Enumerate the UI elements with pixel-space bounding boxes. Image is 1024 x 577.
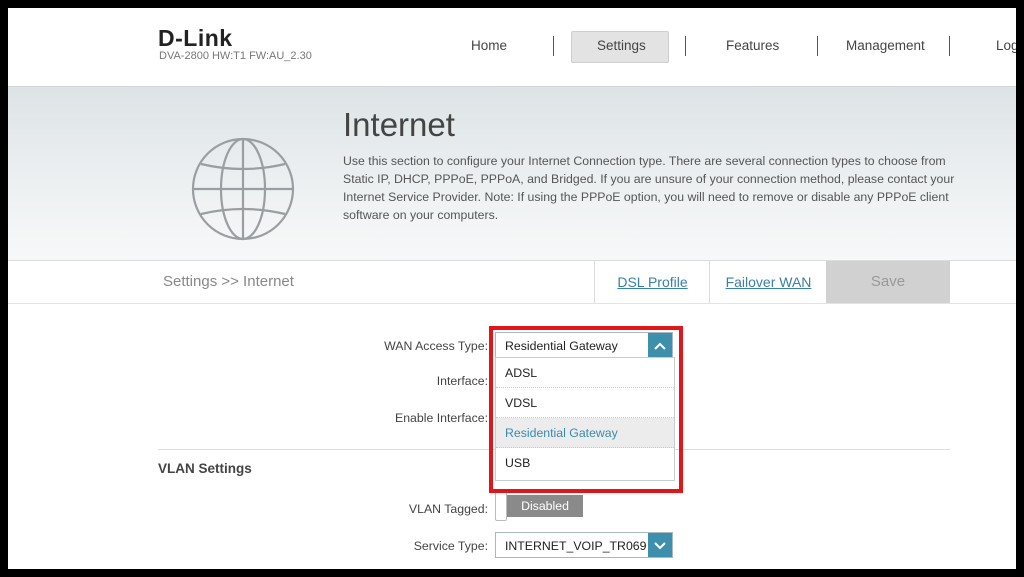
wan-access-type-label: WAN Access Type: [384, 339, 488, 353]
service-type-value: INTERNET_VOIP_TR069 [505, 539, 647, 553]
toggle-knob[interactable] [495, 491, 507, 521]
service-type-select[interactable]: INTERNET_VOIP_TR069 [495, 532, 673, 558]
router-admin-page: D-Link DVA-2800 HW:T1 FW:AU_2.30 Home Se… [8, 8, 1016, 569]
nav-features[interactable]: Features [726, 38, 779, 53]
enable-interface-label: Enable Interface: [395, 411, 488, 425]
nav-separator [949, 36, 950, 56]
page-description: Use this section to configure your Inter… [343, 154, 955, 222]
page-banner: Internet Use this section to configure y… [8, 86, 1016, 261]
failover-wan-link[interactable]: Failover WAN [709, 261, 827, 303]
nav-separator [817, 36, 818, 56]
dlink-logo: D-Link [158, 25, 233, 51]
nav-home[interactable]: Home [471, 38, 507, 53]
red-highlight-box [489, 326, 683, 493]
nav-management[interactable]: Management [846, 38, 925, 53]
save-button[interactable]: Save [826, 261, 950, 303]
nav-logout[interactable]: Log [996, 38, 1016, 53]
breadcrumb-bar: Settings >> Internet DSL Profile Failove… [8, 260, 1016, 304]
toggle-state-label: Disabled [507, 495, 583, 517]
select-toggle-button[interactable] [648, 533, 672, 557]
vlan-tagged-toggle[interactable]: Disabled [495, 491, 583, 521]
breadcrumb: Settings >> Internet [163, 273, 294, 290]
interface-label: Interface: [436, 374, 488, 388]
nav-settings[interactable]: Settings [597, 38, 646, 53]
globe-icon [191, 137, 295, 241]
service-type-label: Service Type: [413, 539, 488, 553]
dsl-profile-link[interactable]: DSL Profile [594, 261, 710, 303]
page-title: Internet [343, 106, 455, 143]
top-navigation-bar: D-Link DVA-2800 HW:T1 FW:AU_2.30 Home Se… [8, 8, 1016, 86]
nav-separator [553, 36, 554, 56]
vlan-settings-heading: VLAN Settings [158, 461, 252, 476]
vlan-tagged-label: VLAN Tagged: [408, 502, 488, 516]
chevron-down-icon [654, 542, 666, 550]
nav-separator [685, 36, 686, 56]
device-model-info: DVA-2800 HW:T1 FW:AU_2.30 [159, 50, 312, 62]
